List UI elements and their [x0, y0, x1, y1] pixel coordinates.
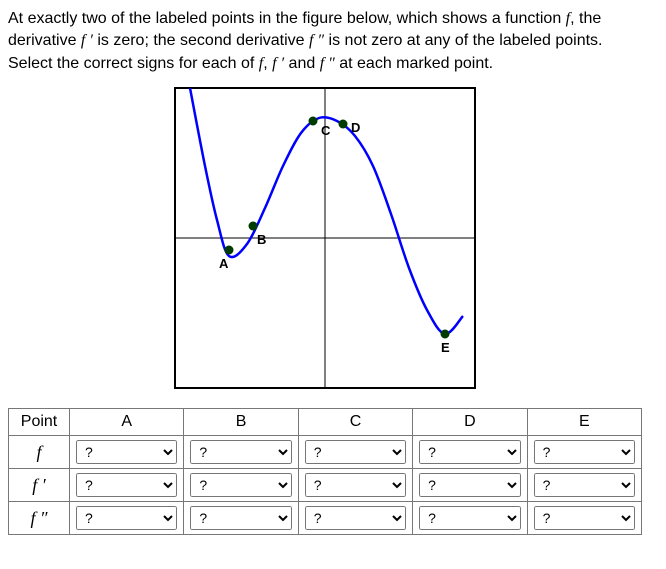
answer-cell: ?: [70, 436, 184, 469]
sign-select[interactable]: ?: [419, 473, 520, 497]
table-row: f ′?????: [9, 469, 642, 502]
header-point: Point: [9, 409, 70, 436]
math-fprime: f ′: [272, 55, 284, 72]
sign-select[interactable]: ?: [419, 506, 520, 530]
row-header: f ″: [9, 502, 70, 535]
header-col-E: E: [527, 409, 641, 436]
answer-cell: ?: [527, 502, 641, 535]
answer-cell: ?: [413, 436, 527, 469]
prompt-text: At exactly two of the labeled points in …: [8, 10, 566, 27]
answer-table: Point A B C D E f?????f ′?????f ″?????: [8, 408, 642, 535]
math-fdoubleprime: f ″: [309, 32, 324, 49]
header-col-C: C: [298, 409, 412, 436]
svg-text:C: C: [321, 123, 331, 138]
sign-select[interactable]: ?: [190, 440, 291, 464]
graph-container: A B C D E: [8, 87, 642, 394]
answer-cell: ?: [184, 502, 298, 535]
answer-cell: ?: [70, 469, 184, 502]
answer-cell: ?: [298, 436, 412, 469]
answer-cell: ?: [298, 469, 412, 502]
math-fdoubleprime: f ″: [320, 55, 335, 72]
sign-select[interactable]: ?: [76, 440, 177, 464]
answer-cell: ?: [298, 502, 412, 535]
sign-select[interactable]: ?: [76, 473, 177, 497]
sign-select[interactable]: ?: [534, 506, 635, 530]
header-col-A: A: [70, 409, 184, 436]
answer-cell: ?: [413, 502, 527, 535]
svg-text:D: D: [351, 120, 360, 135]
row-header: f ′: [9, 469, 70, 502]
table-row: f?????: [9, 436, 642, 469]
function-graph: A B C D E: [174, 87, 476, 389]
answer-cell: ?: [70, 502, 184, 535]
header-col-D: D: [413, 409, 527, 436]
sign-select[interactable]: ?: [534, 473, 635, 497]
sign-select[interactable]: ?: [419, 440, 520, 464]
row-header: f: [9, 436, 70, 469]
sign-select[interactable]: ?: [305, 440, 406, 464]
sign-select[interactable]: ?: [190, 506, 291, 530]
math-fprime: f ′: [81, 32, 93, 49]
header-col-B: B: [184, 409, 298, 436]
svg-text:A: A: [219, 256, 229, 271]
sign-select[interactable]: ?: [305, 506, 406, 530]
prompt-text: ,: [263, 55, 272, 72]
sign-select[interactable]: ?: [305, 473, 406, 497]
answer-cell: ?: [184, 436, 298, 469]
answer-cell: ?: [527, 469, 641, 502]
sign-select[interactable]: ?: [190, 473, 291, 497]
answer-cell: ?: [413, 469, 527, 502]
answer-cell: ?: [184, 469, 298, 502]
prompt-text: and: [284, 55, 320, 72]
question-prompt: At exactly two of the labeled points in …: [8, 8, 642, 75]
sign-select[interactable]: ?: [76, 506, 177, 530]
svg-text:B: B: [257, 232, 266, 247]
prompt-text: is zero; the second derivative: [93, 32, 309, 49]
table-row: f ″?????: [9, 502, 642, 535]
prompt-text: at each marked point.: [335, 55, 493, 72]
svg-text:E: E: [441, 340, 450, 355]
answer-cell: ?: [527, 436, 641, 469]
sign-select[interactable]: ?: [534, 440, 635, 464]
